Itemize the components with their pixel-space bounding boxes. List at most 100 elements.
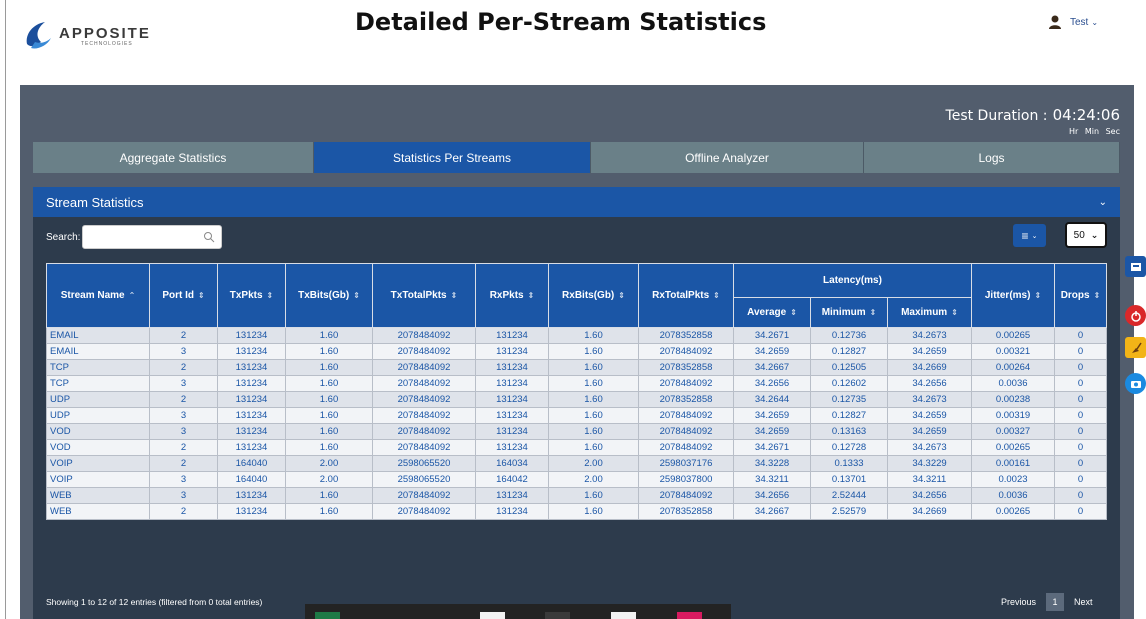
avatar-icon [1049, 15, 1061, 29]
table-cell: 0 [1054, 391, 1107, 408]
tab-bar: Aggregate Statistics Statistics Per Stre… [33, 142, 1120, 173]
inbox-icon[interactable] [1125, 256, 1146, 277]
sort-icon: ⇕ [869, 308, 877, 317]
table-cell: 164034 [475, 455, 549, 472]
table-cell: 3 [149, 407, 218, 424]
pager-previous[interactable]: Previous [1001, 597, 1036, 607]
column-visibility-button[interactable]: ≡ ⌄ [1013, 224, 1046, 247]
col-rxpkts[interactable]: RxPkts ⇕ [475, 263, 549, 328]
table-cell: EMAIL [46, 327, 150, 344]
pager-page-1[interactable]: 1 [1046, 593, 1065, 611]
logo: APPOSITE TECHNOLOGIES [23, 20, 151, 52]
left-border [5, 0, 6, 619]
table-cell: 1.60 [548, 423, 639, 440]
table-cell: 2.00 [548, 471, 639, 488]
col-txpkts[interactable]: TxPkts ⇕ [217, 263, 286, 328]
table-cell: 2 [149, 439, 218, 456]
sort-icon: ⇕ [1093, 291, 1101, 300]
table-cell: 1.60 [285, 423, 373, 440]
col-port-id[interactable]: Port Id ⇕ [149, 263, 218, 328]
table-cell: 1.60 [548, 439, 639, 456]
col-drops[interactable]: Drops ⇕ [1054, 263, 1107, 328]
duration-units: Hr Min Sec [1069, 127, 1120, 136]
table-cell: 2078484092 [372, 391, 476, 408]
broom-icon[interactable] [1125, 337, 1146, 358]
table-cell: 0.0023 [971, 471, 1055, 488]
col-latency-average[interactable]: Average ⇕ [733, 297, 811, 328]
tab-aggregate-statistics[interactable]: Aggregate Statistics [33, 142, 314, 173]
pager-next[interactable]: Next [1074, 597, 1093, 607]
search-input[interactable] [83, 226, 194, 248]
table-cell: 2 [149, 503, 218, 520]
table-cell: 2078484092 [372, 375, 476, 392]
taskbar-app-icon[interactable] [677, 612, 702, 619]
col-latency-minimum[interactable]: Minimum ⇕ [810, 297, 888, 328]
table-row: UDP 2 131234 1.60 2078484092 131234 1.60 207835… [46, 391, 1107, 408]
table-cell: 131234 [217, 487, 286, 504]
table-cell: 2078484092 [372, 487, 476, 504]
table-cell: 2078352858 [638, 391, 734, 408]
table-cell: 0 [1054, 423, 1107, 440]
table-cell: 34.3229 [887, 455, 972, 472]
chevron-down-icon: ⌄ [1031, 232, 1038, 240]
table-cell: 0 [1054, 455, 1107, 472]
table-cell: 0.00265 [971, 327, 1055, 344]
col-stream-name[interactable]: Stream Name ⌃ [46, 263, 150, 328]
table-cell: 0.13163 [810, 423, 888, 440]
table-cell: 131234 [475, 391, 549, 408]
logo-subtitle: TECHNOLOGIES [81, 41, 133, 47]
col-jitter[interactable]: Jitter(ms) ⇕ [971, 263, 1055, 328]
table-cell: 34.3228 [733, 455, 811, 472]
table-row: EMAIL 2 131234 1.60 2078484092 131234 1.60 2078… [46, 327, 1107, 344]
tab-statistics-per-streams[interactable]: Statistics Per Streams [314, 142, 591, 173]
table-cell: 2598037800 [638, 471, 734, 488]
sort-icon: ⇕ [618, 291, 625, 300]
col-txbits[interactable]: TxBits(Gb) ⇕ [285, 263, 373, 328]
taskbar-app-icon[interactable] [480, 612, 505, 619]
col-rxbits[interactable]: RxBits(Gb) ⇕ [548, 263, 639, 328]
table-cell: VOD [46, 423, 150, 440]
table-cell: 0.00327 [971, 423, 1055, 440]
page-size-select[interactable]: 50 ⌄ [1065, 222, 1107, 248]
table-cell: 2078484092 [372, 343, 476, 360]
table-cell: 0.12505 [810, 359, 888, 376]
stream-table-body: EMAIL 2 131234 1.60 2078484092 131234 1.60 2078… [46, 327, 1107, 520]
table-cell: 34.2673 [887, 439, 972, 456]
table-cell: 3 [149, 423, 218, 440]
table-cell: EMAIL [46, 343, 150, 360]
tab-offline-analyzer[interactable]: Offline Analyzer [591, 142, 864, 173]
user-menu[interactable]: Test ⌄ [1048, 15, 1098, 29]
table-cell: 1.60 [285, 343, 373, 360]
power-icon[interactable] [1125, 305, 1146, 326]
table-cell: 164042 [475, 471, 549, 488]
table-cell: 2078484092 [372, 407, 476, 424]
table-cell: 2.00 [285, 471, 373, 488]
table-cell: 34.2656 [733, 487, 811, 504]
test-duration: Test Duration : 04:24:06 Hr Min Sec [946, 105, 1120, 136]
taskbar-app-icon[interactable] [545, 612, 570, 619]
table-cell: 34.3211 [733, 471, 811, 488]
collapse-chevron-icon[interactable]: ⌄ [1099, 197, 1107, 208]
col-txtotalpkts[interactable]: TxTotalPkts ⇕ [372, 263, 476, 328]
tab-logs[interactable]: Logs [864, 142, 1120, 173]
stream-statistics-header[interactable]: Stream Statistics ⌄ [33, 187, 1120, 217]
table-row: VOD 2 131234 1.60 2078484092 131234 1.60 207848… [46, 439, 1107, 456]
table-cell: 1.60 [548, 503, 639, 520]
table-row: WEB 3 131234 1.60 2078484092 131234 1.60 207848… [46, 487, 1107, 504]
col-rxtotalpkts[interactable]: RxTotalPkts ⇕ [638, 263, 734, 328]
taskbar-app-icon[interactable] [611, 612, 636, 619]
table-cell: 2078484092 [372, 359, 476, 376]
stream-statistics-section: Stream Statistics ⌄ Search: ≡ ⌄ 50 ⌄ Str… [33, 187, 1120, 619]
camera-icon[interactable] [1125, 373, 1146, 394]
table-cell: 0.00265 [971, 503, 1055, 520]
col-latency-maximum[interactable]: Maximum ⇕ [887, 297, 972, 328]
search-icon[interactable] [203, 231, 215, 243]
table-cell: 131234 [217, 343, 286, 360]
table-cell: 1.60 [548, 487, 639, 504]
user-name: Test [1070, 16, 1089, 28]
taskbar-app-icon[interactable] [315, 612, 340, 619]
table-row: TCP 3 131234 1.60 2078484092 131234 1.60 207848… [46, 375, 1107, 392]
table-cell: 0 [1054, 487, 1107, 504]
stream-statistics-title: Stream Statistics [46, 194, 144, 210]
table-cell: 2078484092 [372, 327, 476, 344]
